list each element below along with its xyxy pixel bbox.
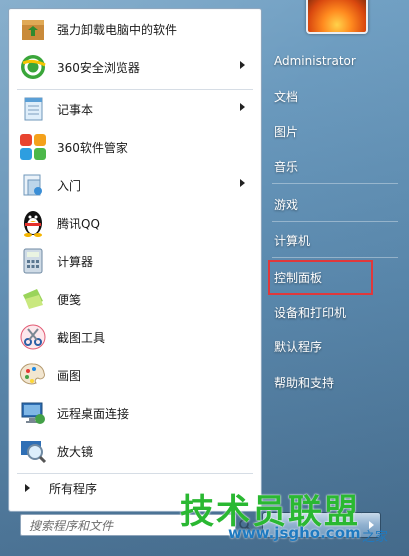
programs-pane: 强力卸载电脑中的软件 360安全浏览器 记事本 360软件管家 入门 腾讯QQ [8, 8, 262, 512]
360-software-manager-icon [17, 131, 49, 163]
paint-palette-icon [17, 359, 49, 391]
submenu-arrow-icon[interactable] [240, 179, 245, 187]
getting-started-icon [17, 169, 49, 201]
snipping-tool-icon [17, 321, 49, 353]
program-item-getting-started[interactable]: 入门 [13, 167, 255, 203]
right-item-label: 帮助和支持 [274, 375, 335, 390]
divider [272, 183, 398, 184]
360-browser-icon [17, 51, 49, 83]
right-item-label: 设备和打印机 [274, 305, 347, 320]
program-item-remote-desktop[interactable]: 远程桌面连接 [13, 395, 255, 431]
right-item-computer[interactable]: 计算机 [266, 225, 402, 255]
watermark-url: www.jsgho.com [228, 524, 361, 542]
program-label: 截图工具 [57, 330, 106, 345]
program-label: 计算器 [57, 254, 94, 269]
right-item-games[interactable]: 游戏 [266, 189, 402, 219]
search-placeholder: 搜索程序和文件 [29, 518, 114, 533]
uninstall-box-icon [17, 13, 49, 45]
user-name-label: Administrator [274, 54, 356, 68]
right-item-pictures[interactable]: 图片 [266, 116, 402, 146]
notepad-icon [17, 93, 49, 125]
program-item-paint[interactable]: 画图 [13, 357, 255, 393]
program-label: 便笺 [57, 292, 82, 307]
right-item-label: 图片 [274, 124, 299, 139]
submenu-arrow-icon[interactable] [240, 61, 245, 69]
divider [17, 89, 253, 90]
right-item-label: 游戏 [274, 197, 299, 212]
program-item-uninstaller[interactable]: 强力卸载电脑中的软件 [13, 11, 255, 47]
program-item-360-browser[interactable]: 360安全浏览器 [13, 49, 255, 85]
program-item-calculator[interactable]: 计算器 [13, 243, 255, 279]
watermark-suffix: 之家 [362, 530, 389, 545]
program-item-360-software-manager[interactable]: 360软件管家 [13, 129, 255, 165]
all-programs-label: 所有程序 [49, 481, 98, 496]
control-panel-highlight-box [268, 260, 373, 295]
magnifier-icon [17, 435, 49, 467]
calculator-icon [17, 245, 49, 277]
right-item-music[interactable]: 音乐 [266, 151, 402, 181]
qq-penguin-icon [17, 207, 49, 239]
program-item-snipping-tool[interactable]: 截图工具 [13, 319, 255, 355]
program-label: 画图 [57, 368, 82, 383]
program-item-notepad[interactable]: 记事本 [13, 91, 255, 127]
program-item-magnifier[interactable]: 放大镜 [13, 433, 255, 469]
divider [272, 257, 398, 258]
program-item-sticky-notes[interactable]: 便笺 [13, 281, 255, 317]
user-avatar[interactable] [306, 0, 368, 34]
program-label: 强力卸载电脑中的软件 [57, 22, 178, 37]
right-item-label: 计算机 [274, 233, 311, 248]
sticky-notes-icon [17, 283, 49, 315]
divider [17, 473, 253, 474]
right-item-devices-printers[interactable]: 设备和打印机 [266, 297, 402, 327]
right-item-label: 音乐 [274, 159, 299, 174]
program-item-qq[interactable]: 腾讯QQ [13, 205, 255, 241]
program-label: 入门 [57, 178, 82, 193]
submenu-arrow-icon[interactable] [240, 103, 245, 111]
expand-arrow-icon [25, 484, 30, 492]
program-label: 360安全浏览器 [57, 60, 140, 75]
remote-desktop-icon [17, 397, 49, 429]
right-item-label: 文档 [274, 89, 299, 104]
program-label: 记事本 [57, 102, 94, 117]
right-item-help-support[interactable]: 帮助和支持 [266, 367, 402, 397]
right-item-default-programs[interactable]: 默认程序 [266, 331, 402, 361]
program-label: 360软件管家 [57, 140, 128, 155]
program-label: 放大镜 [57, 444, 94, 459]
divider [272, 221, 398, 222]
right-item-documents[interactable]: 文档 [266, 81, 402, 111]
program-label: 腾讯QQ [57, 216, 100, 231]
user-name-link[interactable]: Administrator [266, 46, 402, 76]
right-item-label: 默认程序 [274, 339, 323, 354]
program-label: 远程桌面连接 [57, 406, 130, 421]
